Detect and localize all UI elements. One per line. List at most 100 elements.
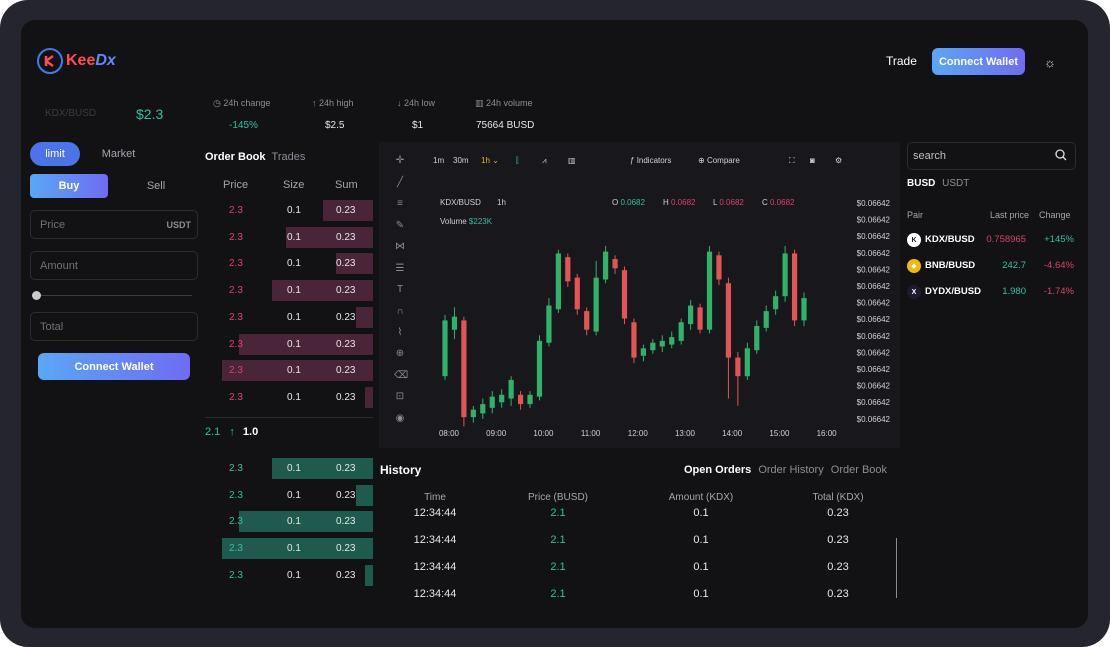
amount-slider-track[interactable] [36,295,192,296]
ask-row[interactable]: 2.3 0.1 0.23 [205,200,373,221]
history-cell: 0.1 [693,507,709,519]
row-price: 2.3 [229,569,243,581]
candle-up [754,320,760,354]
candle-body [688,305,694,325]
candle-body [782,253,788,297]
candle-up [678,318,684,345]
candlestick-chart: 08:00 09:00 10:00 11:00 12:00 13:00 14:00 15:00… [439,199,891,438]
tab-open-orders[interactable]: Open Orders [684,464,751,476]
candle-up [489,391,495,414]
candle-body [565,257,571,282]
candle-body [744,348,750,377]
theme-toggle-sun-icon[interactable]: ☼ [1044,55,1056,70]
candle-body [546,305,552,343]
depth-bar [356,484,373,506]
amount-field[interactable]: Amount [30,251,198,280]
ask-row[interactable]: 2.3 0.1 0.23 [205,280,373,302]
bid-row[interactable]: 2.3 0.1 0.23 [205,484,373,506]
ask-row[interactable]: 2.3 0.1 0.23 [205,333,373,355]
market-row[interactable]: ◆ BNB/BUSD 242.7 -4.64% [907,259,1076,275]
ticker-price: $2.3 [136,106,164,122]
row-sum: 0.23 [336,365,356,377]
nav-trade-link[interactable]: Trade [886,54,917,68]
price-field[interactable]: Price USDT [30,210,198,239]
logo[interactable]: KeeDx [37,48,116,74]
y-tick-label: $0.06642 [857,299,891,308]
mid-price-arrow-icon: ↑ [229,426,235,438]
candle-body [489,396,495,408]
kdx-coin-icon: K [907,233,921,247]
buy-tab[interactable]: Buy [30,174,108,198]
history-scrollbar[interactable] [896,538,897,598]
orderbook-tabs: Order Book Trades [205,151,305,163]
x-tick-label: 16:00 [817,429,838,438]
price-placeholder: Price [40,218,66,231]
tab-usdt[interactable]: USDT [942,178,969,189]
y-tick-label: $0.06642 [857,199,891,208]
candle-down [735,352,741,406]
total-field[interactable]: Total [30,312,198,341]
tab-order-history[interactable]: Order History [758,464,823,476]
market-row[interactable]: X DYDX/BUSD 1.980 -1.74% [907,285,1076,301]
history-cell: 2.1 [550,507,566,519]
y-tick-label: $0.06642 [857,415,891,424]
market-search-input[interactable]: search [907,142,1076,170]
bid-row[interactable]: 2.3 0.1 0.23 [205,564,373,586]
ask-row[interactable]: 2.3 0.1 0.23 [205,386,373,408]
history-cell: 2.1 [550,534,566,546]
bid-row[interactable]: 2.3 0.1 0.23 [205,538,373,560]
device-frame: KeeDx Trade Connect Wallet ☼ KDX/BUSD $2… [0,0,1110,647]
chart-panel[interactable]: ✛ ╱ ≡ ✎ ⋈ ☰ T ∩ ⌇ ⊕ ⌫ ⊡ ◉ 1m 30m 1h ⌄ ⫿ … [379,142,900,448]
tab-history-order-book[interactable]: Order Book [831,464,887,476]
row-sum: 0.23 [336,231,356,243]
candle-up [508,376,514,406]
candle-up [773,290,779,315]
sell-tab[interactable]: Sell [116,174,196,198]
stat-24h-volume-value: 75664 BUSD [476,120,535,131]
row-size: 0.1 [287,569,301,581]
depth-bar [356,306,373,328]
ask-row[interactable]: 2.3 0.1 0.23 [205,306,373,328]
header-connect-wallet-button[interactable]: Connect Wallet [932,48,1025,75]
row-sum: 0.23 [336,285,356,297]
stat-24h-low-value: $1 [412,120,424,131]
history-tabs: Open Orders Order History Order Book [684,464,887,476]
candle-body [801,298,807,321]
row-sum: 0.23 [336,311,356,323]
amount-slider-handle[interactable] [32,291,41,300]
market-change: -1.74% [1043,286,1074,297]
market-header-change: Change [1039,210,1071,220]
candle-up [527,391,533,408]
amount-placeholder: Amount [40,259,78,272]
row-price: 2.3 [229,205,243,216]
y-tick-label: $0.06642 [857,282,891,291]
tab-limit[interactable]: limit [30,142,80,166]
ask-row[interactable]: 2.3 0.1 0.23 [205,360,373,382]
candle-body [517,394,524,405]
bid-row[interactable]: 2.3 0.1 0.23 [205,458,373,479]
market-header-last-price: Last price [990,210,1030,220]
candle-up [593,260,599,336]
bid-row[interactable]: 2.3 0.1 0.23 [205,511,373,533]
row-sum: 0.23 [336,516,356,528]
depth-bar [364,386,373,408]
y-tick-label: $0.06642 [857,232,891,241]
order-connect-wallet-button[interactable]: Connect Wallet [38,353,190,380]
tab-order-book[interactable]: Order Book [205,151,266,163]
candle-down [565,253,571,287]
tab-busd[interactable]: BUSD [907,178,935,189]
candle-body [527,394,533,405]
y-tick-label: $0.06642 [857,315,891,324]
candle-body [603,251,609,280]
candle-body [536,340,543,397]
ask-row[interactable]: 2.3 0.1 0.23 [205,226,373,248]
tab-market[interactable]: Market [91,142,146,166]
ask-row[interactable]: 2.3 0.1 0.23 [205,253,373,275]
candle-up [546,298,552,347]
tab-trades[interactable]: Trades [272,151,306,163]
market-row[interactable]: K KDX/BUSD 0.758965 +145% [907,233,1076,249]
search-icon[interactable] [1055,148,1067,164]
bar-chart-icon: ▥ [475,98,484,108]
candle-up [499,389,505,408]
row-size: 0.1 [287,516,301,528]
